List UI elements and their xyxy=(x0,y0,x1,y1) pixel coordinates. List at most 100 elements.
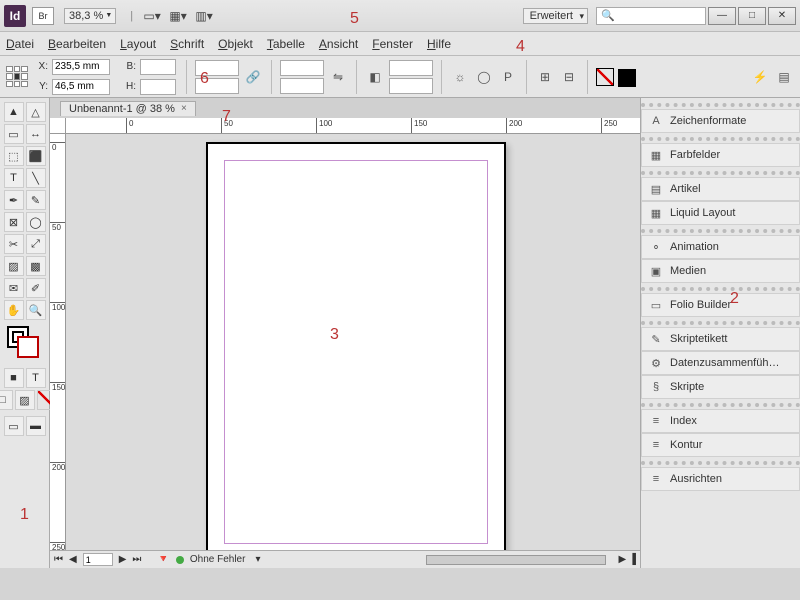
view-options-icon[interactable]: ▥▾ xyxy=(191,6,217,26)
wrap-icon[interactable]: ◯ xyxy=(474,67,494,87)
screen-mode-icon[interactable]: ▭▾ xyxy=(139,6,165,26)
scale-x-input[interactable] xyxy=(195,60,239,76)
preflight-status-icon[interactable] xyxy=(176,556,184,564)
panel-farbfelder[interactable]: ▦Farbfelder xyxy=(641,143,800,167)
align-icon[interactable]: ⊞ xyxy=(535,67,555,87)
page[interactable] xyxy=(206,142,506,550)
line-tool[interactable]: ╲ xyxy=(26,168,46,188)
ruler-origin[interactable] xyxy=(50,118,66,134)
menu-fenster[interactable]: Fenster xyxy=(372,37,413,51)
panel-artikel[interactable]: ▤Artikel xyxy=(641,177,800,201)
rotate-input[interactable] xyxy=(280,60,324,76)
normal-view-button[interactable]: ▭ xyxy=(4,416,24,436)
panel-folio-builder[interactable]: ▭Folio Builder xyxy=(641,293,800,317)
corner-icon[interactable]: P xyxy=(498,67,518,87)
x-input[interactable] xyxy=(52,59,110,75)
reference-point[interactable] xyxy=(6,66,28,88)
panel-label: Liquid Layout xyxy=(670,207,735,219)
apply-color-button[interactable]: ■ xyxy=(4,368,24,388)
panel-menu-icon[interactable]: ▤ xyxy=(774,67,794,87)
ruler-vertical[interactable]: 050100150200250 xyxy=(50,134,66,550)
tools-panel: ▲△ ▭↔ ⬚⬛ T╲ ✒✎ ⊠◯ ✂⤢ ▨▩ ✉✐ ✋🔍 ■T □▨ ▭▬ xyxy=(0,98,50,568)
doc-tab-close[interactable]: × xyxy=(181,103,187,114)
transform-tool[interactable]: ⤢ xyxy=(26,234,46,254)
minimize-button[interactable]: — xyxy=(708,7,736,25)
link-scale-icon[interactable]: 🔗 xyxy=(243,67,263,87)
panel-icon: ▦ xyxy=(648,147,664,163)
panel-animation[interactable]: ⚬Animation xyxy=(641,235,800,259)
menu-objekt[interactable]: Objekt xyxy=(218,37,253,51)
eyedropper-tool[interactable]: ✐ xyxy=(26,278,46,298)
ruler-horizontal[interactable]: 050100150200250 xyxy=(66,118,640,134)
pencil-tool[interactable]: ✎ xyxy=(26,190,46,210)
fill-stroke-swatch[interactable] xyxy=(7,326,43,362)
arrange-docs-icon[interactable]: ▦▾ xyxy=(165,6,191,26)
quick-apply-icon[interactable]: ⚡ xyxy=(750,67,770,87)
scissors-tool[interactable]: ✂ xyxy=(4,234,24,254)
panel-datenzusammenf-h-[interactable]: ⚙Datenzusammenfüh… xyxy=(641,351,800,375)
panel-skripte[interactable]: §Skripte xyxy=(641,375,800,399)
maximize-button[interactable]: □ xyxy=(738,7,766,25)
menu-schrift[interactable]: Schrift xyxy=(170,37,204,51)
ellipse-tool[interactable]: ◯ xyxy=(26,212,46,232)
page-number-input[interactable] xyxy=(83,553,113,566)
type-tool[interactable]: T xyxy=(4,168,24,188)
panel-index[interactable]: ≡Index xyxy=(641,409,800,433)
zoom-dropdown[interactable]: 38,3 % xyxy=(64,8,116,24)
fill-swatch-icon[interactable]: ◧ xyxy=(365,67,385,87)
no-fill-icon[interactable] xyxy=(596,68,614,86)
prev-page-button[interactable]: ◀ xyxy=(69,554,77,565)
flip-h-icon[interactable]: ⇋ xyxy=(328,67,348,87)
bridge-button[interactable]: Br xyxy=(32,7,54,25)
menu-bearbeiten[interactable]: Bearbeiten xyxy=(48,37,106,51)
panel-skriptetikett[interactable]: ✎Skriptetikett xyxy=(641,327,800,351)
close-button[interactable]: ✕ xyxy=(768,7,796,25)
panel-ausrichten[interactable]: ≡Ausrichten xyxy=(641,467,800,491)
content-collector-tool[interactable]: ⬚ xyxy=(4,146,24,166)
gradient-feather-tool[interactable]: ▩ xyxy=(26,256,46,276)
note-tool[interactable]: ✉ xyxy=(4,278,24,298)
solid-fill-icon[interactable] xyxy=(618,69,636,87)
panel-zeichenformate[interactable]: AZeichenformate xyxy=(641,109,800,133)
panel-liquid-layout[interactable]: ▦Liquid Layout xyxy=(641,201,800,225)
direct-selection-tool[interactable]: △ xyxy=(26,102,46,122)
shear-input[interactable] xyxy=(280,78,324,94)
menu-tabelle[interactable]: Tabelle xyxy=(267,37,305,51)
apply-none-button[interactable]: □ xyxy=(0,390,13,410)
workspace-dropdown[interactable]: Erweitert xyxy=(523,8,588,24)
canvas[interactable] xyxy=(66,134,640,550)
h-input[interactable] xyxy=(140,79,176,95)
scale-y-input[interactable] xyxy=(195,78,239,94)
menubar: Datei Bearbeiten Layout Schrift Objekt T… xyxy=(0,32,800,56)
rectangle-frame-tool[interactable]: ⊠ xyxy=(4,212,24,232)
search-input[interactable]: 🔍 xyxy=(596,7,706,25)
last-page-button[interactable]: ⏭ xyxy=(132,554,141,565)
menu-datei[interactable]: Datei xyxy=(6,37,34,51)
y-input[interactable] xyxy=(52,79,110,95)
zoom-tool[interactable]: 🔍 xyxy=(26,300,46,320)
page-tool[interactable]: ▭ xyxy=(4,124,24,144)
next-page-button[interactable]: ▶ xyxy=(119,554,127,565)
w-input[interactable] xyxy=(140,59,176,75)
menu-hilfe[interactable]: Hilfe xyxy=(427,37,451,51)
content-placer-tool[interactable]: ⬛ xyxy=(26,146,46,166)
menu-ansicht[interactable]: Ansicht xyxy=(319,37,358,51)
effects-icon[interactable]: ☼ xyxy=(450,67,470,87)
hand-tool[interactable]: ✋ xyxy=(4,300,24,320)
selection-tool[interactable]: ▲ xyxy=(4,102,24,122)
gradient-swatch-tool[interactable]: ▨ xyxy=(4,256,24,276)
distribute-icon[interactable]: ⊟ xyxy=(559,67,579,87)
first-page-button[interactable]: ⏮ xyxy=(54,554,63,565)
stroke-style-input[interactable] xyxy=(389,78,433,94)
formatting-text-button[interactable]: T xyxy=(26,368,46,388)
scrollbar-h[interactable] xyxy=(426,555,606,565)
doc-tab[interactable]: Unbenannt-1 @ 38 % × xyxy=(60,101,196,116)
apply-gradient-button[interactable]: ▨ xyxy=(15,390,35,410)
preview-button[interactable]: ▬ xyxy=(26,416,46,436)
gap-tool[interactable]: ↔ xyxy=(26,124,46,144)
stroke-weight-input[interactable] xyxy=(389,60,433,76)
menu-layout[interactable]: Layout xyxy=(120,37,156,51)
panel-kontur[interactable]: ≡Kontur xyxy=(641,433,800,457)
panel-medien[interactable]: ▣Medien xyxy=(641,259,800,283)
pen-tool[interactable]: ✒ xyxy=(4,190,24,210)
